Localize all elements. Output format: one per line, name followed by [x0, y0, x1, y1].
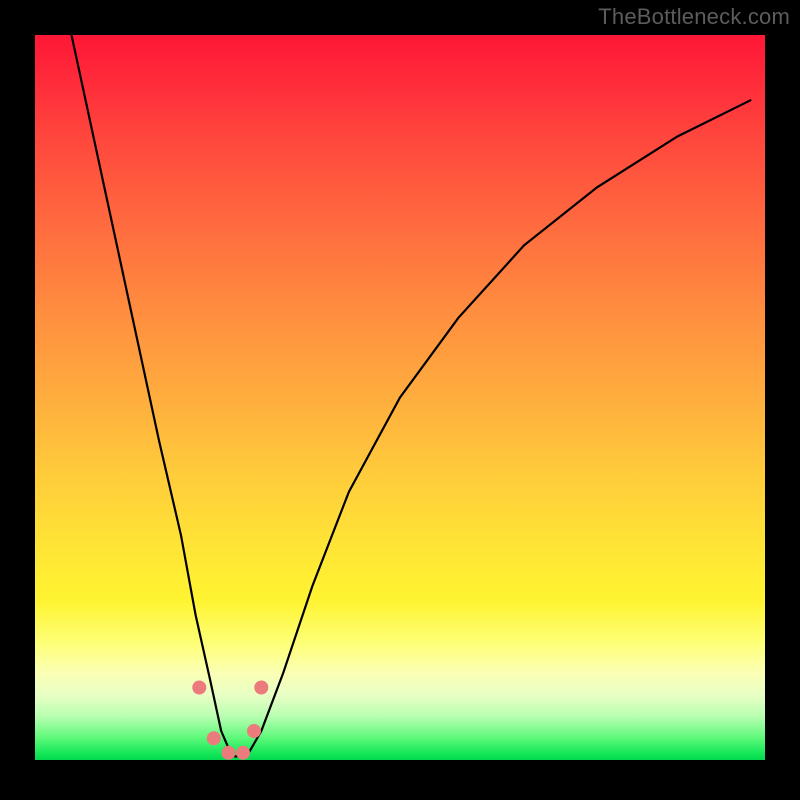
chart-frame: TheBottleneck.com	[0, 0, 800, 800]
marker-point	[236, 746, 250, 760]
marker-point	[254, 681, 268, 695]
curve-path	[72, 35, 751, 756]
marker-point	[207, 731, 221, 745]
marker-point	[222, 746, 236, 760]
plot-area	[35, 35, 765, 760]
curve-svg	[35, 35, 765, 760]
marker-group	[192, 681, 268, 760]
marker-point	[192, 681, 206, 695]
bottleneck-curve	[72, 35, 751, 756]
marker-point	[247, 724, 261, 738]
watermark-label: TheBottleneck.com	[598, 4, 790, 30]
